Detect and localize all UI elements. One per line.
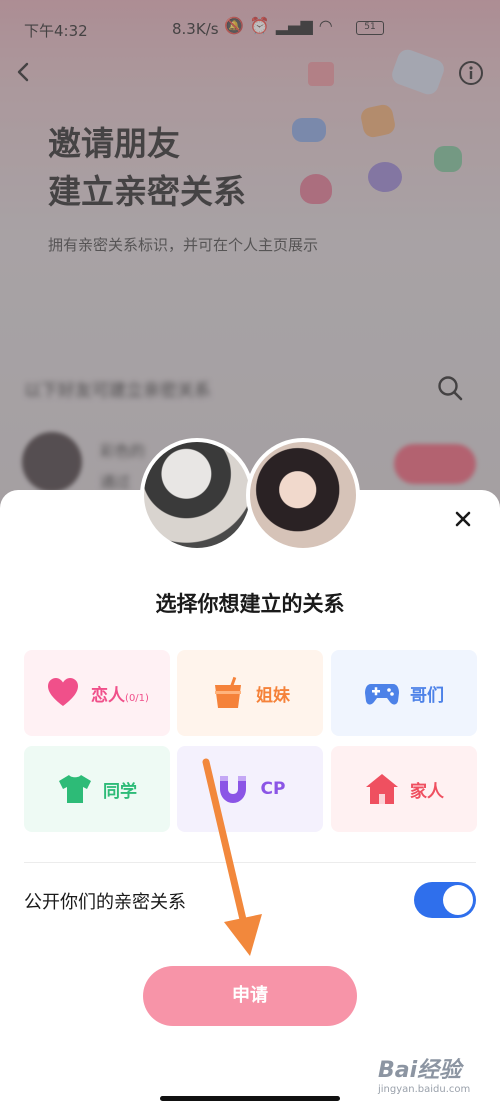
shirt-icon [59, 775, 91, 803]
relation-card-sisters[interactable]: 姐妹 [177, 650, 323, 736]
relation-label-family: 家人 [410, 781, 444, 802]
watermark: Bai经验 jingyan.baidu.com [378, 1052, 488, 1102]
relation-card-classmate[interactable]: 同学 [24, 746, 170, 832]
magnet-icon [219, 776, 246, 803]
relation-label-classmate: 同学 [103, 781, 137, 802]
cup-icon [215, 676, 241, 708]
relation-card-lover[interactable]: 恋人(0/1) [24, 650, 170, 736]
watermark-url: jingyan.baidu.com [378, 1084, 471, 1095]
relation-label-cp: CP [260, 779, 286, 799]
house-icon [366, 774, 398, 804]
relation-count: (0/1) [125, 692, 149, 704]
relation-label-lover: 恋人(0/1) [91, 681, 149, 706]
sheet-title: 选择你想建立的关系 [155, 592, 345, 616]
my-avatar [140, 438, 254, 552]
relation-card-family[interactable]: 家人 [331, 746, 477, 832]
relation-card-cp[interactable]: CP [177, 746, 323, 832]
toggle-knob [443, 885, 473, 915]
gamepad-icon [365, 684, 399, 705]
public-relation-label: 公开你们的亲密关系 [24, 892, 186, 913]
watermark-logo: Bai经验 [378, 1058, 462, 1083]
public-relation-toggle[interactable] [414, 882, 476, 918]
relation-card-bros[interactable]: 哥们 [331, 650, 477, 736]
home-indicator[interactable] [160, 1096, 340, 1101]
close-icon[interactable] [452, 508, 474, 530]
friend-avatar-large [246, 438, 360, 552]
relation-label-bros: 哥们 [410, 685, 444, 706]
relation-label-lover-text: 恋人 [91, 685, 126, 706]
relation-label-sisters: 姐妹 [256, 685, 290, 706]
apply-button[interactable]: 申请 [143, 966, 357, 1026]
heart-icon [48, 678, 79, 706]
divider [24, 862, 476, 863]
